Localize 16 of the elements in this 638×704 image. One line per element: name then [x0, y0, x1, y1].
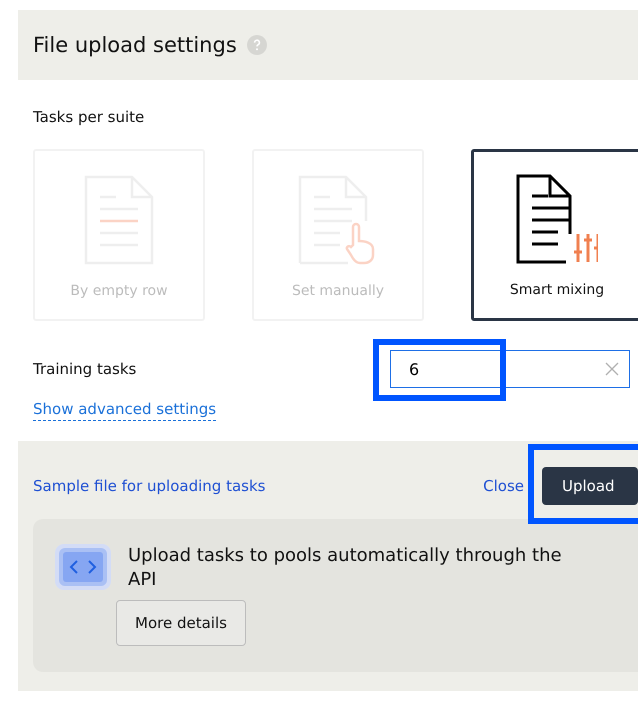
- dialog-title: File upload settings: [33, 33, 237, 57]
- option-card[interactable]: Smart mixing: [471, 149, 638, 321]
- section-label: Tasks per suite: [33, 108, 146, 126]
- document-icon: [84, 175, 154, 265]
- upload-button[interactable]: Upload: [542, 467, 638, 505]
- more-details-button[interactable]: More details: [116, 600, 246, 646]
- document-sliders-icon: [516, 174, 598, 264]
- promo-text: Upload tasks to pools automatically through the API: [128, 544, 563, 592]
- close-link[interactable]: Close: [483, 477, 524, 495]
- clear-icon[interactable]: [604, 361, 620, 377]
- help-icon[interactable]: [246, 35, 267, 55]
- advanced-settings-link[interactable]: Show advanced settings: [33, 400, 216, 421]
- sample-file-link[interactable]: Sample file for uploading tasks: [33, 477, 266, 495]
- code-icon: [55, 544, 111, 590]
- input-field[interactable]: 6: [390, 350, 630, 388]
- field-label: Training tasks: [33, 360, 138, 378]
